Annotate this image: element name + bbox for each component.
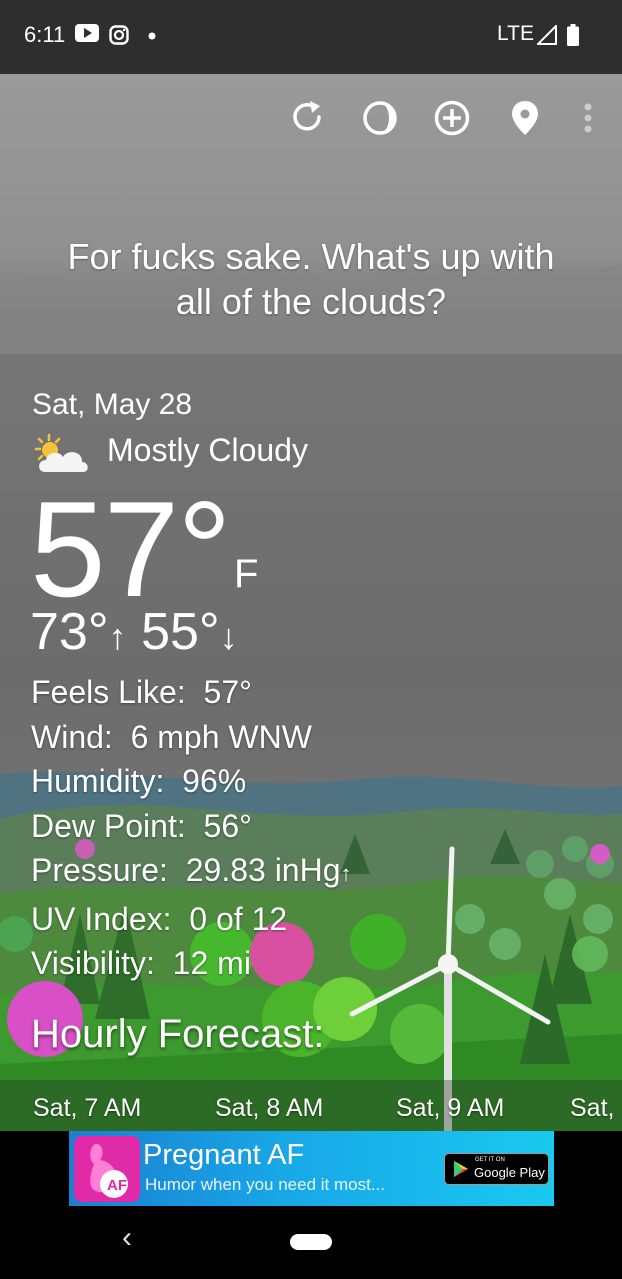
add-location-icon[interactable] — [432, 98, 472, 138]
high-temp: 73° — [30, 603, 109, 661]
hourly-forecast-strip[interactable]: Sat, 7 AM Sat, 8 AM Sat, 9 AM Sat, — [0, 1080, 622, 1131]
low-temp: 55° — [141, 603, 220, 661]
navigation-bar: ‹ — [0, 1211, 622, 1279]
up-arrow-icon: ↑ — [108, 616, 127, 657]
badge-small-text: GET IT ON — [475, 1157, 505, 1163]
partly-cloudy-icon — [34, 433, 88, 472]
ad-title: Pregnant AF — [143, 1139, 305, 1171]
home-pill[interactable] — [290, 1234, 332, 1250]
weather-details: Feels Like: 57° Wind: 6 mph WNW Humidity… — [31, 670, 352, 986]
youtube-icon — [75, 24, 99, 42]
ad-banner[interactable]: AF Pregnant AF Humor when you need it mo… — [69, 1131, 554, 1206]
refresh-icon[interactable] — [288, 98, 328, 138]
notification-dot-icon — [148, 32, 156, 40]
instagram-icon — [109, 25, 129, 45]
status-time: 6:11 — [24, 22, 66, 47]
status-bar: 6:11 LTE — [0, 0, 622, 74]
weather-headline: For fucks sake. What's up with all of th… — [0, 234, 622, 324]
headline-line-1: For fucks sake. What's up with — [67, 236, 555, 277]
condition-text: Mostly Cloudy — [107, 432, 308, 468]
network-type: LTE — [497, 22, 534, 45]
hour-item[interactable]: Sat, 7 AM — [33, 1094, 141, 1123]
high-low: 73°↑ 55°↓ — [30, 602, 238, 667]
theme-icon[interactable] — [360, 98, 400, 138]
detail-wind: Wind: 6 mph WNW — [31, 718, 312, 755]
detail-visibility: Visibility: 12 mi — [31, 945, 251, 981]
temperature-unit: F — [234, 552, 259, 596]
current-date: Sat, May 28 — [32, 388, 193, 421]
hour-item[interactable]: Sat, 9 AM — [396, 1094, 504, 1123]
headline-line-2: all of the clouds? — [175, 281, 447, 322]
google-play-badge[interactable]: GET IT ON Google Play — [444, 1153, 549, 1185]
hour-item[interactable]: Sat, — [570, 1094, 614, 1123]
svg-text:AF: AF — [107, 1177, 127, 1194]
ad-subtitle: Humor when you need it most... — [145, 1175, 386, 1194]
location-pin-icon[interactable] — [505, 98, 545, 138]
play-store-icon — [454, 1161, 468, 1177]
weather-scene: For fucks sake. What's up with all of th… — [0, 74, 622, 1131]
detail-humidity: Humidity: 96% — [31, 763, 247, 799]
battery-icon — [567, 24, 579, 46]
back-icon[interactable]: ‹ — [122, 1221, 132, 1255]
app-logo-icon: AF — [74, 1136, 140, 1202]
hourly-forecast-title: Hourly Forecast: — [31, 1012, 325, 1056]
overflow-menu-icon[interactable] — [568, 98, 608, 138]
detail-dew-point: Dew Point: 56° — [31, 807, 252, 844]
badge-large-text: Google Play — [474, 1165, 545, 1180]
pressure-trend-icon: ↑ — [340, 861, 352, 886]
detail-feels-like: Feels Like: 57° — [31, 674, 252, 710]
ad-bar: AF Pregnant AF Humor when you need it mo… — [0, 1131, 622, 1211]
signal-icon — [537, 25, 557, 45]
detail-uv-index: UV Index: 0 of 12 — [31, 900, 288, 937]
down-arrow-icon: ↓ — [219, 616, 238, 657]
detail-pressure: Pressure: 29.83 inHg↑ — [31, 852, 352, 888]
hour-item[interactable]: Sat, 8 AM — [215, 1094, 323, 1123]
